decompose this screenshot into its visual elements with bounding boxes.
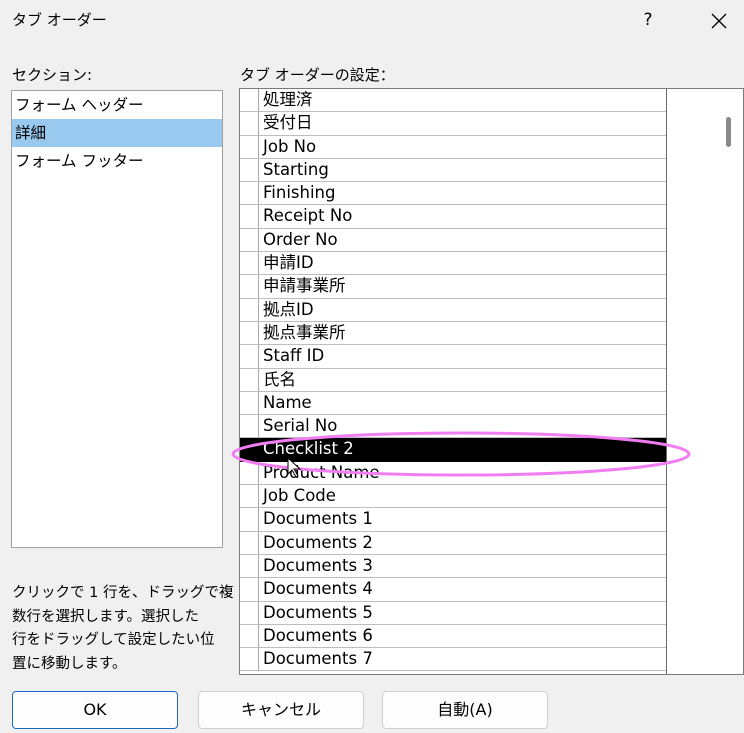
tab-order-row[interactable]: Documents 7 bbox=[240, 648, 666, 672]
row-selector[interactable] bbox=[240, 461, 259, 485]
row-selector[interactable] bbox=[240, 252, 259, 275]
tab-order-item-label: 拠点事業所 bbox=[263, 322, 346, 342]
help-text: クリックで 1 行を、ドラッグで複 数行を選択します。選択した 行をドラッグして設定… bbox=[12, 582, 234, 676]
row-selector[interactable] bbox=[240, 112, 259, 135]
tab-order-item-label: 氏名 bbox=[263, 369, 296, 389]
tab-order-row[interactable]: 申請事業所 bbox=[240, 275, 666, 299]
section-list[interactable]: フォーム ヘッダー 詳細 フォーム フッター bbox=[11, 90, 223, 548]
row-selector[interactable] bbox=[240, 531, 259, 554]
tab-order-item-label: 申請事業所 bbox=[263, 276, 346, 296]
row-selector[interactable] bbox=[240, 345, 259, 368]
tab-order-row[interactable]: Name bbox=[240, 391, 666, 416]
tab-order-row[interactable]: Finishing bbox=[240, 182, 666, 206]
row-selector[interactable] bbox=[240, 275, 259, 298]
tab-order-item-label: Receipt No bbox=[263, 206, 353, 226]
tab-order-item-label: Staff ID bbox=[263, 346, 325, 366]
help-text-line: 行をドラッグして設定したい位 bbox=[12, 632, 215, 648]
row-selector[interactable] bbox=[240, 321, 259, 345]
tab-order-row[interactable]: Job Code bbox=[240, 485, 666, 509]
row-selector[interactable] bbox=[240, 438, 259, 461]
tab-order-row[interactable]: Order No bbox=[240, 228, 666, 253]
row-selector[interactable] bbox=[240, 228, 259, 252]
row-selector[interactable] bbox=[240, 578, 259, 601]
tab-order-row[interactable]: 処理済 bbox=[240, 89, 666, 113]
row-selector[interactable] bbox=[240, 415, 259, 438]
tab-order-list[interactable]: 処理済受付日 Job No Starting Finishing Receipt No O… bbox=[239, 88, 744, 675]
close-icon bbox=[711, 13, 727, 28]
tab-order-item-label: Order No bbox=[263, 229, 338, 249]
cancel-button[interactable]: キャンセル bbox=[198, 691, 364, 729]
tab-order-item-label: 受付日 bbox=[263, 113, 313, 133]
tab-order-row[interactable]: Documents 3 bbox=[240, 554, 666, 579]
tab-order-label: タブ オーダーの設定： bbox=[240, 66, 395, 84]
tab-order-item-label: 申請ID bbox=[263, 253, 314, 273]
tab-order-row[interactable]: Checklist 2 bbox=[240, 438, 666, 462]
tab-order-row[interactable]: Documents 4 bbox=[240, 578, 666, 602]
row-selector[interactable] bbox=[240, 554, 259, 578]
tab-order-row[interactable]: 受付日 bbox=[240, 112, 666, 136]
tab-order-item-label: Documents 3 bbox=[263, 555, 373, 575]
tab-order-row[interactable]: 氏名 bbox=[240, 368, 666, 392]
tab-order-row[interactable]: Documents 2 bbox=[240, 531, 666, 555]
tab-order-item-label: Name bbox=[263, 392, 312, 412]
tab-order-row[interactable]: Product Name bbox=[240, 461, 666, 486]
row-selector[interactable] bbox=[240, 158, 259, 182]
help-text-line: 置に移動します。 bbox=[12, 655, 127, 672]
help-text-line: 数行を選択します。選択した bbox=[12, 608, 200, 625]
tab-order-item-label: Serial No bbox=[263, 416, 338, 436]
tab-order-row[interactable]: Receipt No bbox=[240, 205, 666, 229]
row-selector[interactable] bbox=[240, 601, 259, 624]
help-button[interactable]: ? bbox=[632, 5, 664, 35]
tab-order-item-label: Product Name bbox=[263, 462, 380, 482]
section-item[interactable]: フォーム フッター bbox=[12, 147, 222, 175]
tab-order-item-label: Job No bbox=[263, 136, 317, 156]
tab-order-row[interactable]: 拠点ID bbox=[240, 298, 666, 322]
title-bar: タブ オーダー ? bbox=[0, 0, 744, 40]
section-item[interactable]: フォーム ヘッダー bbox=[12, 91, 222, 119]
tab-order-row[interactable]: Staff ID bbox=[240, 345, 666, 369]
tab-order-row[interactable]: Documents 5 bbox=[240, 601, 666, 625]
tab-order-item-label: Documents 6 bbox=[263, 625, 373, 645]
tab-order-item-label: 処理済 bbox=[263, 90, 313, 109]
ok-button[interactable]: OK bbox=[12, 691, 178, 729]
row-selector[interactable] bbox=[240, 485, 259, 508]
column-divider bbox=[666, 89, 667, 674]
tab-order-row[interactable]: Starting bbox=[240, 158, 666, 183]
row-selector[interactable] bbox=[240, 624, 259, 648]
row-selector[interactable] bbox=[240, 648, 259, 671]
close-button[interactable] bbox=[700, 5, 738, 35]
tab-order-item-label: Documents 1 bbox=[263, 509, 373, 529]
tab-order-row[interactable]: Job No bbox=[240, 135, 666, 159]
tab-order-item-label: Job Code bbox=[263, 486, 336, 506]
scrollbar-thumb[interactable] bbox=[726, 117, 731, 147]
row-selector[interactable] bbox=[240, 182, 259, 205]
tab-order-row[interactable]: 申請ID bbox=[240, 252, 666, 276]
tab-order-item-label: Finishing bbox=[263, 183, 336, 203]
tab-order-item-label: Checklist 2 bbox=[263, 439, 354, 459]
tab-order-item-label: Documents 7 bbox=[263, 649, 373, 669]
section-label: セクション: bbox=[12, 66, 93, 84]
auto-button[interactable]: 自動(A) bbox=[382, 691, 548, 729]
help-text-line: クリックで 1 行を、ドラッグで複 bbox=[12, 585, 234, 601]
tab-order-item-label: 拠点ID bbox=[263, 299, 314, 319]
tab-order-item-label: Documents 2 bbox=[263, 532, 373, 552]
section-item[interactable]: 詳細 bbox=[12, 119, 222, 147]
row-selector[interactable] bbox=[240, 135, 259, 158]
tab-order-row[interactable]: 拠点事業所 bbox=[240, 321, 666, 346]
row-selector[interactable] bbox=[240, 368, 259, 391]
row-selector[interactable] bbox=[240, 508, 259, 531]
row-selector[interactable] bbox=[240, 89, 259, 112]
tab-order-item-label: Documents 4 bbox=[263, 579, 373, 599]
tab-order-item-label: Starting bbox=[263, 159, 329, 179]
row-selector[interactable] bbox=[240, 298, 259, 321]
vertical-scrollbar[interactable] bbox=[713, 89, 743, 674]
tab-order-item-label: Documents 5 bbox=[263, 602, 373, 622]
tab-order-row[interactable]: Documents 6 bbox=[240, 624, 666, 649]
tab-order-rows: 処理済受付日 Job No Starting Finishing Receipt No O… bbox=[240, 89, 666, 672]
row-selector[interactable] bbox=[240, 205, 259, 228]
tab-order-row[interactable]: Documents 1 bbox=[240, 508, 666, 532]
row-selector[interactable] bbox=[240, 391, 259, 415]
tab-order-row[interactable]: Serial No bbox=[240, 415, 666, 439]
dialog-title: タブ オーダー bbox=[12, 11, 107, 29]
